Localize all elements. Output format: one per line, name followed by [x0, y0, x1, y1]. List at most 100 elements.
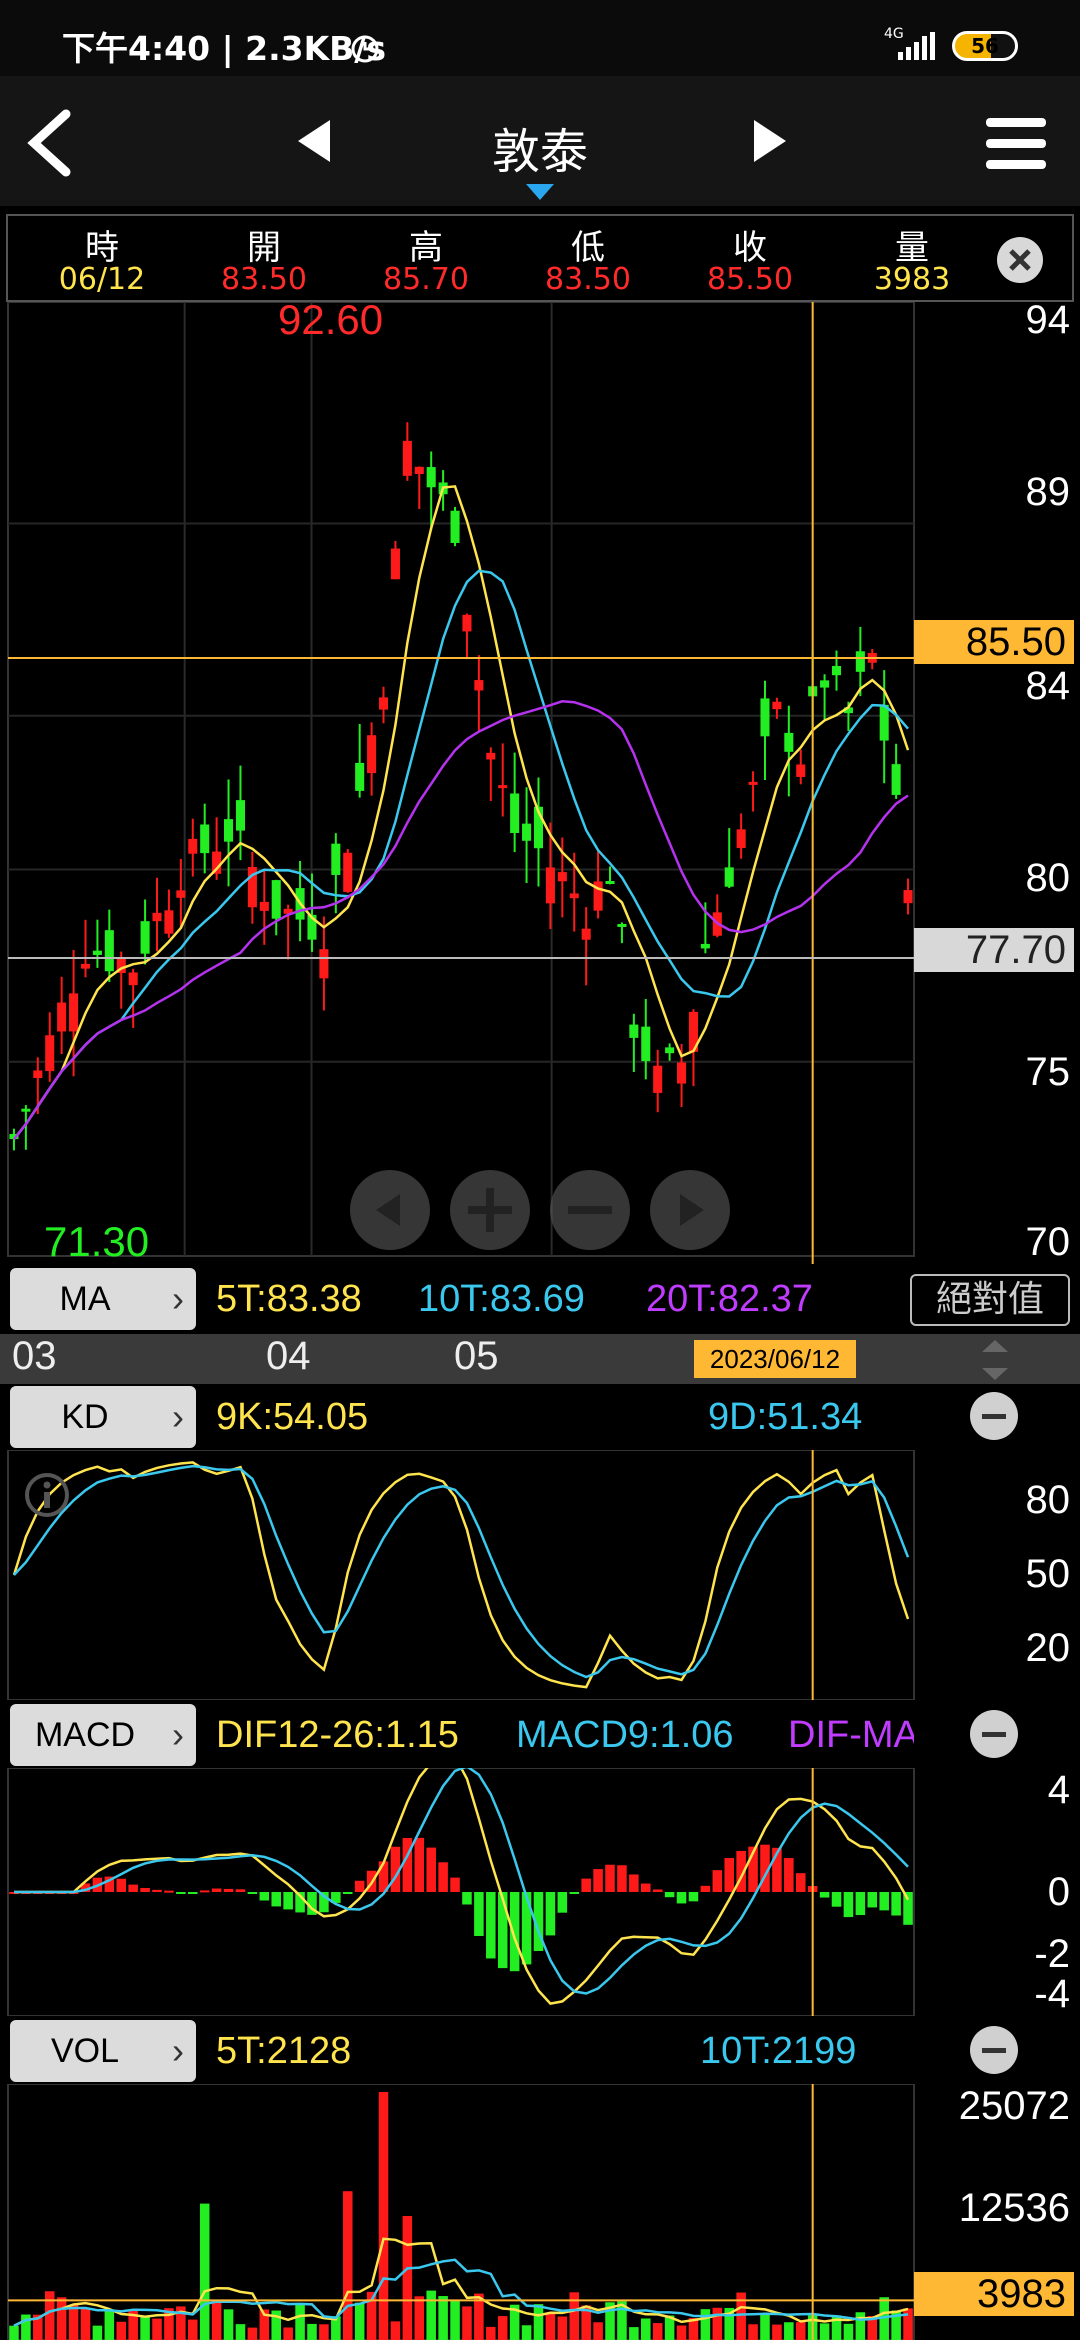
candle-body: [796, 764, 806, 777]
period-low-label: 71.30: [44, 1218, 150, 1265]
kd-d-value: 9D:51.34: [708, 1396, 863, 1438]
volume-bar: [247, 2327, 258, 2340]
collapse-macd-button[interactable]: [970, 1710, 1018, 1758]
volume-bar: [676, 2325, 687, 2340]
macd-histogram-bar: [784, 1858, 794, 1892]
volume-bar: [486, 2326, 496, 2340]
vol-axis-tick: 12536: [958, 2186, 1070, 2230]
macd-histogram-bar: [235, 1889, 246, 1892]
kd-indicator-button[interactable]: KD ›: [10, 1386, 196, 1448]
candle-body: [259, 901, 269, 911]
candlestick-chart[interactable]: [0, 302, 1080, 1264]
candle-body: [235, 800, 245, 831]
vol-button-label: VOL: [50, 2032, 120, 2070]
vol-indicator-button[interactable]: VOL ›: [10, 2020, 196, 2082]
info-icon[interactable]: [24, 1472, 70, 1518]
candle-body: [605, 881, 615, 885]
macd-indicator-button[interactable]: MACD ›: [10, 1704, 196, 1766]
macd-histogram-bar: [676, 1892, 687, 1904]
battery-level: 56: [971, 34, 999, 58]
volume-bar: [641, 2318, 651, 2340]
quote-value-close: 85.50: [707, 262, 793, 297]
volume-bar: [199, 2203, 210, 2340]
macd-histogram-bar: [557, 1892, 568, 1913]
macd-histogram-bar: [152, 1889, 162, 1892]
candle-body: [402, 440, 412, 476]
candle-body: [617, 923, 627, 927]
volume-bar: [748, 2324, 758, 2340]
ma-indicator-button[interactable]: MA ›: [10, 1268, 196, 1330]
macd-histogram-bar: [474, 1892, 484, 1936]
selected-date-label: 2023/06/12: [694, 1340, 856, 1378]
candle-body: [510, 793, 520, 833]
vol-plot-frame: [7, 2084, 915, 2340]
macd-histogram-bar: [342, 1892, 353, 1894]
close-icon[interactable]: [996, 236, 1044, 284]
volume-bar: [593, 2322, 603, 2340]
next-stock-icon[interactable]: [750, 116, 790, 166]
kd-d-line: [13, 1464, 910, 1679]
candle-body: [271, 880, 281, 919]
volume-bar: [497, 2316, 508, 2340]
price-axis-tick: 89: [1025, 470, 1071, 514]
volume-bar: [545, 2313, 556, 2340]
chevron-right-icon: ›: [172, 1396, 184, 1437]
zoom-in-button[interactable]: [450, 1170, 530, 1250]
battery-icon: 56: [952, 31, 1018, 61]
macd-histogram-bar: [545, 1892, 556, 1936]
quote-header: 時 開 高 低 收 量 06/12 83.50 85.70 83.50 85.5…: [6, 214, 1074, 302]
candle-body: [545, 867, 555, 904]
volume-bar: [80, 2307, 91, 2340]
collapse-kd-button[interactable]: [970, 1392, 1018, 1440]
pan-right-button[interactable]: [650, 1170, 730, 1250]
macd-histogram-bar: [664, 1892, 675, 1898]
volume-bar: [450, 2299, 460, 2340]
candle-body: [331, 843, 341, 875]
candle-body: [92, 950, 102, 955]
candle-body: [164, 910, 174, 934]
volume-bar: [283, 2327, 293, 2340]
candle-body: [426, 467, 436, 488]
candle-body: [462, 614, 472, 632]
candle-body: [450, 510, 460, 543]
menu-icon[interactable]: [986, 116, 1046, 172]
chevron-right-icon: ›: [172, 1278, 184, 1319]
stock-title[interactable]: 敦泰: [0, 112, 1080, 182]
quote-value-open: 83.50: [221, 262, 307, 297]
volume-bar: [414, 2296, 425, 2340]
macd-histogram-bar: [450, 1877, 460, 1892]
macd-histogram-bar: [879, 1892, 889, 1911]
collapse-vol-button[interactable]: [970, 2026, 1018, 2074]
candle-body: [390, 548, 400, 580]
macd-histogram-bar: [593, 1869, 603, 1892]
macd-histogram-bar: [843, 1892, 854, 1918]
macd-histogram-bar: [855, 1892, 866, 1916]
candle-body: [176, 890, 186, 898]
candle-body: [557, 872, 567, 882]
macd-histogram-bar: [188, 1892, 198, 1894]
macd-histogram-bar: [140, 1887, 150, 1892]
volume-bar: [307, 2323, 317, 2340]
macd-dif-value: DIF12-26:1.15: [216, 1714, 459, 1756]
candle-body: [831, 665, 842, 676]
pan-left-button[interactable]: [350, 1170, 430, 1250]
candle-body: [367, 735, 377, 774]
zoom-out-button[interactable]: [550, 1170, 630, 1250]
volume-bar: [629, 2327, 639, 2340]
candle-body: [522, 823, 532, 841]
absolute-value-toggle[interactable]: 絕對值: [910, 1274, 1070, 1326]
candle-body: [128, 972, 138, 986]
current-volume-label: 3983: [914, 2272, 1074, 2316]
volume-bar: [903, 2308, 913, 2340]
candle-body: [772, 701, 782, 710]
time-axis-label: 03: [12, 1334, 57, 1378]
candle-body: [224, 819, 234, 842]
macd-histogram-bar: [700, 1885, 711, 1892]
candle-body: [33, 1070, 43, 1078]
macd-histogram-bar: [724, 1858, 734, 1892]
dropdown-indicator-icon: [526, 184, 554, 200]
volume-bar: [152, 2318, 162, 2340]
resize-handle-icon[interactable]: [980, 1338, 1010, 1382]
macd-axis-tick: 4: [1047, 1768, 1070, 1812]
candle-body: [891, 764, 901, 795]
